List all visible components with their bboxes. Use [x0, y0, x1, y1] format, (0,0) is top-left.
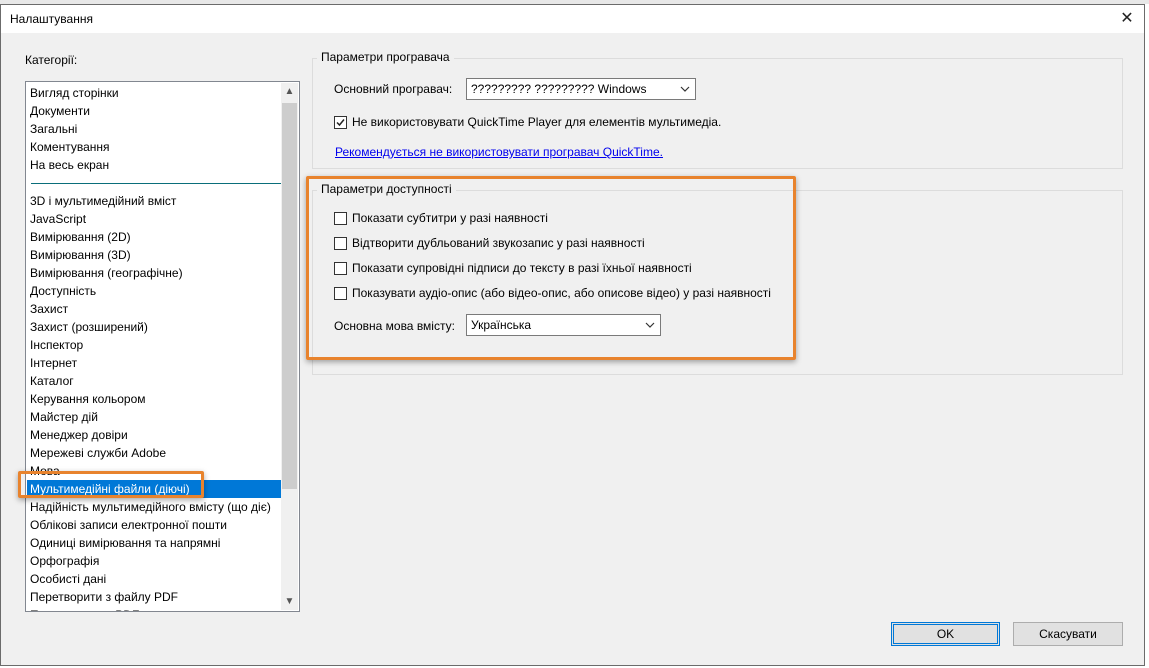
category-item[interactable]: На весь екран: [27, 156, 282, 174]
ok-button[interactable]: OK: [891, 622, 1000, 646]
category-item[interactable]: Документи: [27, 102, 282, 120]
category-item[interactable]: Вигляд сторінки: [27, 84, 282, 102]
highlight-accessibility-options: [306, 176, 796, 360]
category-item[interactable]: Перетворити в PDF: [27, 606, 282, 611]
scroll-up-icon[interactable]: ▲: [281, 83, 298, 100]
no-quicktime-checkbox[interactable]: Не використовувати QuickTime Player для …: [334, 115, 721, 129]
default-player-select[interactable]: ????????? ????????? Windows: [466, 78, 696, 100]
default-player-value: ????????? ????????? Windows: [471, 82, 647, 96]
category-item[interactable]: Майстер дій: [27, 408, 282, 426]
category-item[interactable]: Інспектор: [27, 336, 282, 354]
categories-label: Категорії:: [25, 53, 78, 67]
chevron-down-icon: [675, 79, 695, 99]
category-item[interactable]: Вимірювання (3D): [27, 246, 282, 264]
cancel-button-label: Скасувати: [1039, 627, 1097, 641]
category-item[interactable]: Вимірювання (географічне): [27, 264, 282, 282]
checkbox-box[interactable]: [334, 115, 347, 129]
category-item[interactable]: Особисті дані: [27, 570, 282, 588]
categories-items: Вигляд сторінки Документи Загальні Комен…: [27, 84, 282, 611]
category-item[interactable]: Керування кольором: [27, 390, 282, 408]
preferences-dialog: Налаштування ✕ Категорії: Вигляд сторінк…: [0, 4, 1145, 666]
category-item[interactable]: Вимірювання (2D): [27, 228, 282, 246]
quicktime-recommendation-link[interactable]: Рекомендується не використовувати програ…: [335, 145, 663, 159]
category-item[interactable]: Менеджер довіри: [27, 426, 282, 444]
category-item[interactable]: Каталог: [27, 372, 282, 390]
category-item[interactable]: Мережеві служби Adobe: [27, 444, 282, 462]
scrollbar-thumb[interactable]: [282, 103, 297, 489]
category-item[interactable]: Інтернет: [27, 354, 282, 372]
category-item[interactable]: Доступність: [27, 282, 282, 300]
category-item[interactable]: 3D і мультимедійний вміст: [27, 192, 282, 210]
category-item[interactable]: Захист: [27, 300, 282, 318]
scroll-down-icon[interactable]: ▼: [281, 593, 298, 610]
category-item[interactable]: Перетворити з файлу PDF: [27, 588, 282, 606]
highlight-selected-category: [18, 471, 204, 498]
dialog-title: Налаштування: [10, 12, 93, 26]
category-item[interactable]: Одиниці вимірювання та напрямні: [27, 534, 282, 552]
category-item[interactable]: Облікові записи електронної пошти: [27, 516, 282, 534]
category-item[interactable]: Надійність мультимедійного вмісту (що ді…: [27, 498, 282, 516]
title-bar: Налаштування ✕: [1, 5, 1144, 33]
category-item[interactable]: Загальні: [27, 120, 282, 138]
default-player-label: Основний програвач:: [334, 82, 453, 96]
category-separator: [27, 174, 282, 192]
categories-scrollbar[interactable]: ▲ ▼: [281, 83, 298, 610]
category-item[interactable]: Захист (розширений): [27, 318, 282, 336]
category-item[interactable]: JavaScript: [27, 210, 282, 228]
cancel-button[interactable]: Скасувати: [1013, 622, 1123, 646]
close-icon[interactable]: ✕: [1116, 7, 1138, 29]
player-group-legend: Параметри програвача: [317, 50, 454, 64]
ok-button-label: OK: [936, 627, 955, 641]
category-item[interactable]: Коментування: [27, 138, 282, 156]
categories-list[interactable]: Вигляд сторінки Документи Загальні Комен…: [25, 81, 300, 612]
category-item[interactable]: Орфографія: [27, 552, 282, 570]
no-quicktime-label: Не використовувати QuickTime Player для …: [352, 115, 722, 129]
